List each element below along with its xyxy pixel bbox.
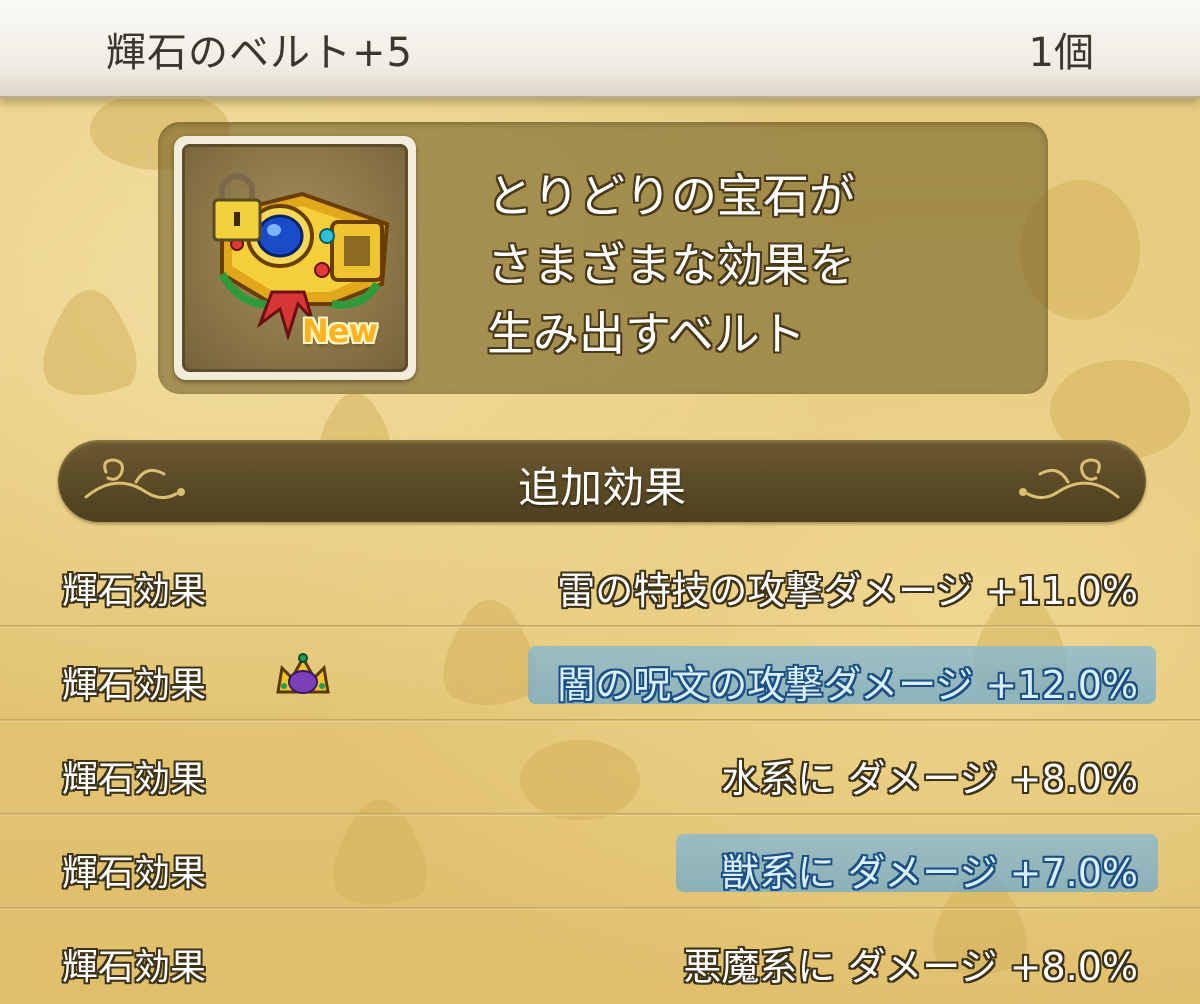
effect-label: 輝石効果: [62, 759, 207, 800]
section-title: 追加効果: [517, 463, 686, 512]
new-badge: New: [302, 312, 378, 350]
effect-row: 輝石効果 水系に ダメージ +8.0%: [0, 722, 1200, 816]
item-description: とりどりの宝石が さまざまな効果を 生み出すベルト: [487, 162, 1027, 369]
effect-label: 輝石効果: [62, 853, 207, 894]
effect-label: 輝石効果: [62, 947, 207, 988]
effect-value: 水系に ダメージ +8.0%: [721, 757, 1138, 801]
item-header-bar: 輝石のベルト+5 1個: [0, 0, 1200, 99]
item-icon-frame[interactable]: New: [174, 136, 416, 380]
description-line: とりどりの宝石が: [487, 169, 855, 223]
item-name: 輝石のベルト+5: [106, 30, 413, 76]
effect-row: 輝石効果 獣系に ダメージ +7.0%: [0, 816, 1200, 910]
effect-value: 獣系に ダメージ +7.0%: [721, 851, 1138, 895]
item-icon-background: New: [182, 144, 408, 372]
effect-row: 輝石効果 闇の呪文の攻撃ダメージ +12.0%: [0, 628, 1200, 722]
item-count: 1個: [1028, 30, 1094, 76]
padlock-icon: [212, 173, 262, 242]
effect-value: 闇の呪文の攻撃ダメージ +12.0%: [557, 663, 1138, 707]
effect-label: 輝石効果: [62, 665, 207, 706]
effect-value: 雷の特技の攻撃ダメージ +11.0%: [557, 569, 1138, 613]
description-line: さまざまな効果を: [487, 238, 855, 292]
effect-row: 輝石効果 雷の特技の攻撃ダメージ +11.0%: [0, 534, 1200, 628]
section-header-additional-effects: 追加効果: [58, 440, 1146, 522]
crown-icon: [276, 653, 330, 694]
effect-row: 輝石効果 悪魔系に ダメージ +8.0%: [0, 910, 1200, 1004]
effect-value: 悪魔系に ダメージ +8.0%: [683, 945, 1138, 989]
description-line: 生み出すベルト: [487, 307, 806, 361]
effect-label: 輝石効果: [62, 571, 207, 612]
